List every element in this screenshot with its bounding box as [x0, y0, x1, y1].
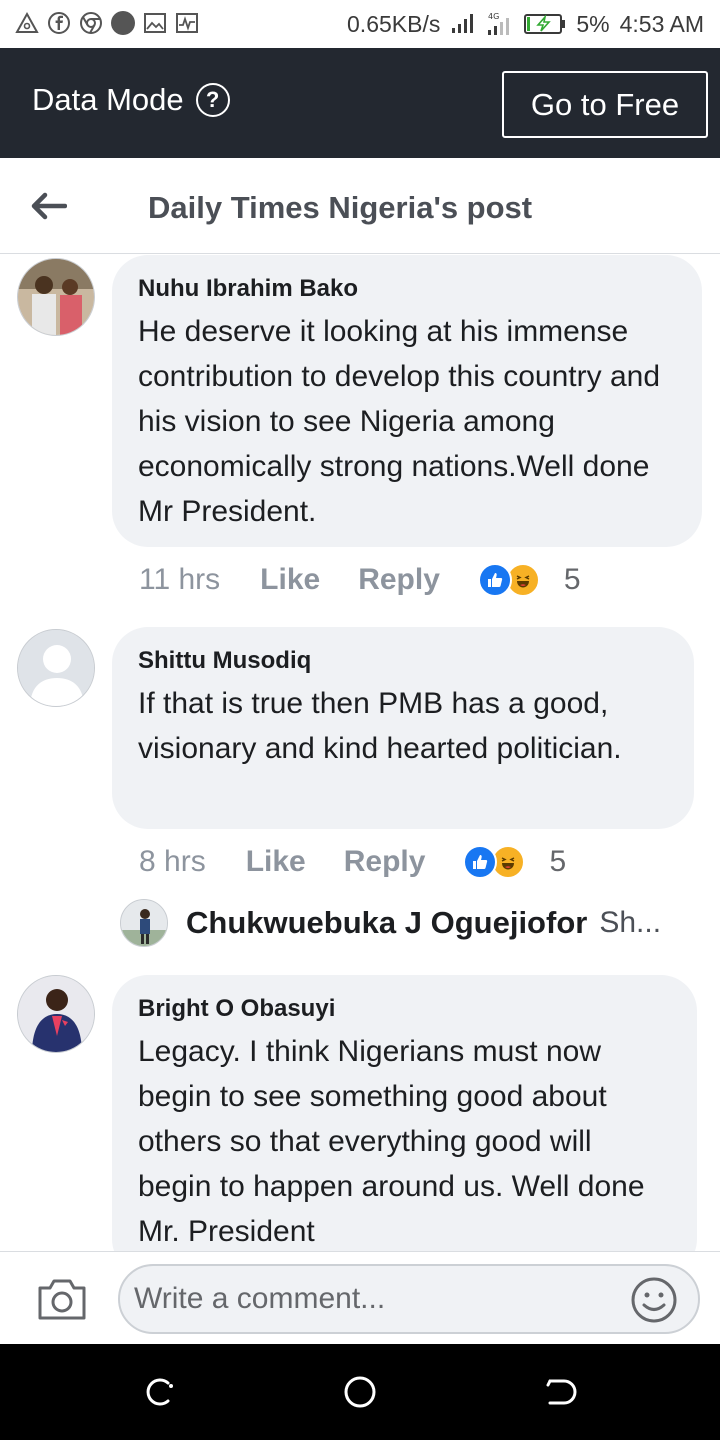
- battery-icon: [524, 13, 566, 35]
- thumbs-up-icon: [477, 563, 512, 597]
- clock: 4:53 AM: [619, 10, 704, 37]
- comment-input[interactable]: [118, 1264, 700, 1334]
- reply-snippet: Sh...: [599, 906, 662, 939]
- avatar[interactable]: [120, 899, 168, 947]
- back-nav-icon[interactable]: [542, 1374, 578, 1410]
- facebook-notification-icon: [46, 10, 72, 36]
- post-header: Daily Times Nigeria's post: [0, 158, 720, 254]
- signal-4g-icon: 4G: [486, 10, 514, 38]
- svg-text:4G: 4G: [488, 12, 499, 21]
- page-title: Daily Times Nigeria's post: [148, 190, 533, 225]
- smiley-icon[interactable]: [630, 1276, 678, 1324]
- reply-preview[interactable]: Chukwuebuka J Oguejiofor Sh...: [120, 899, 680, 947]
- recent-apps-icon[interactable]: [142, 1374, 178, 1410]
- comment-timestamp: 8 hrs: [139, 845, 206, 878]
- reaction-count: 5: [563, 563, 581, 596]
- reactions-summary[interactable]: [477, 563, 540, 597]
- reaction-count: 5: [549, 845, 567, 878]
- comment-text: If that is true then PMB has a good, vis…: [138, 687, 622, 765]
- signal-icon: [450, 13, 476, 35]
- like-button[interactable]: Like: [246, 845, 306, 879]
- notification-icons: [14, 10, 200, 36]
- status-bar: 0.65KB/s 4G 5% 4:53 AM: [0, 0, 720, 48]
- chrome-notification-icon: [78, 10, 104, 36]
- camera-icon[interactable]: [36, 1276, 88, 1322]
- comment-author[interactable]: Shittu Musodiq: [138, 647, 668, 675]
- system-navigation-bar: [0, 1344, 720, 1440]
- network-speed: 0.65KB/s: [347, 10, 441, 37]
- data-mode-label-group: Data Mode ?: [32, 82, 230, 118]
- like-button[interactable]: Like: [260, 563, 320, 597]
- go-to-free-button[interactable]: Go to Free: [502, 71, 708, 138]
- status-indicators: 0.65KB/s 4G 5% 4:53 AM: [347, 10, 704, 38]
- comment-bubble[interactable]: Nuhu Ibrahim Bako He deserve it looking …: [112, 255, 702, 547]
- comment-timestamp: 11 hrs: [139, 563, 221, 596]
- dot-notification-icon: [110, 10, 136, 36]
- image-notification-icon: [142, 10, 168, 36]
- reply-button[interactable]: Reply: [358, 563, 440, 597]
- home-icon[interactable]: [342, 1374, 378, 1410]
- reactions-summary[interactable]: [463, 845, 526, 879]
- comment-bubble[interactable]: Shittu Musodiq If that is true then PMB …: [112, 627, 694, 829]
- activity-notification-icon: [174, 10, 200, 36]
- comment-actions: 8 hrs Like Reply 5: [139, 845, 566, 879]
- comment-bubble[interactable]: Bright O Obasuyi Legacy. I think Nigeria…: [112, 975, 697, 1251]
- comment-actions: 11 hrs Like Reply 5: [139, 563, 581, 597]
- data-mode-bar: Data Mode ? Go to Free: [0, 48, 720, 158]
- help-icon[interactable]: ?: [195, 83, 230, 117]
- avatar[interactable]: [17, 258, 95, 336]
- data-mode-label: Data Mode: [32, 82, 184, 117]
- battery-percent: 5%: [576, 10, 610, 37]
- avatar[interactable]: [17, 975, 95, 1053]
- thumbs-up-icon: [463, 845, 498, 879]
- triangle-notification-icon: [14, 10, 40, 36]
- reply-button[interactable]: Reply: [344, 845, 426, 879]
- comment-author[interactable]: Nuhu Ibrahim Bako: [138, 275, 676, 303]
- reply-author[interactable]: Chukwuebuka J Oguejiofor: [186, 905, 587, 941]
- comments-feed[interactable]: Nuhu Ibrahim Bako He deserve it looking …: [0, 255, 720, 1251]
- comment-composer: [0, 1251, 720, 1344]
- comment-text: Legacy. I think Nigerians must now begin…: [138, 1035, 645, 1248]
- avatar[interactable]: [17, 629, 95, 707]
- back-arrow-icon[interactable]: [26, 186, 70, 226]
- comment-text: He deserve it looking at his immense con…: [138, 315, 660, 528]
- comment-author[interactable]: Bright O Obasuyi: [138, 995, 671, 1023]
